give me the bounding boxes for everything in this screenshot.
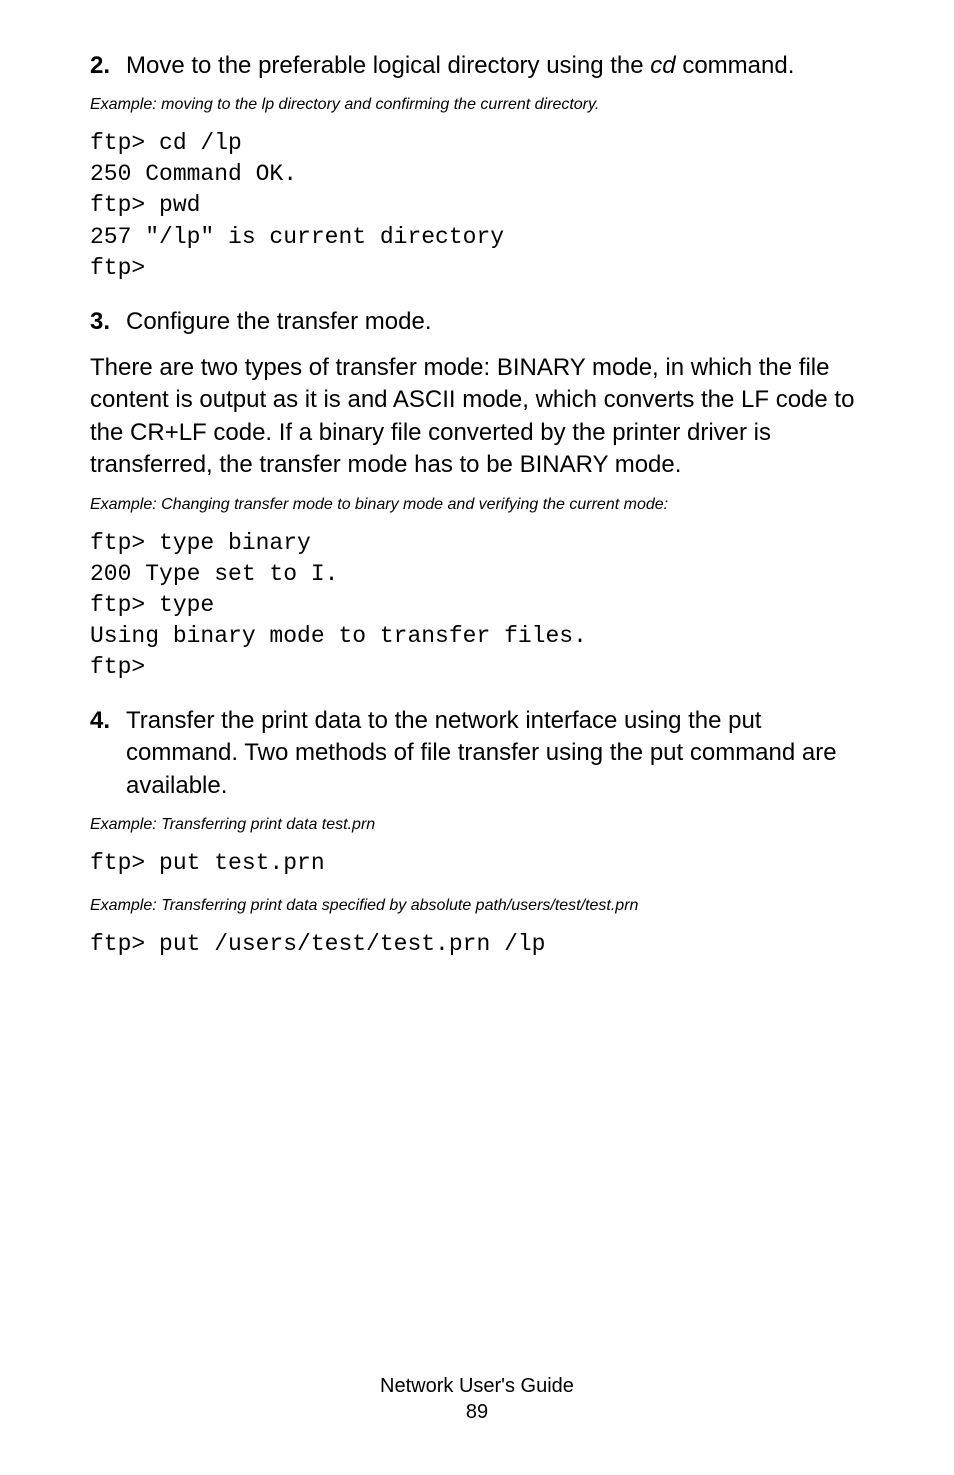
step-3-example-label: Example: Changing transfer mode to binar… xyxy=(90,496,864,514)
step-2-intro-pre: Move to the preferable logical directory… xyxy=(126,52,650,79)
step-2-intro: Move to the preferable logical directory… xyxy=(126,50,864,82)
step-2-example-label: Example: moving to the lp directory and … xyxy=(90,96,864,114)
step-3-number: 3. xyxy=(90,306,126,338)
step-4-code2: ftp> put /users/test/test.prn /lp xyxy=(90,929,864,960)
document-page: 2. Move to the preferable logical direct… xyxy=(0,0,954,1475)
step-2-intro-em: cd xyxy=(650,52,675,79)
step-3: 3. Configure the transfer mode. There ar… xyxy=(90,306,864,683)
step-2-heading: 2. Move to the preferable logical direct… xyxy=(90,50,864,82)
step-4-example2-label: Example: Transferring print data specifi… xyxy=(90,897,864,915)
footer-title: Network User's Guide xyxy=(0,1373,954,1399)
step-4-heading: 4. Transfer the print data to the networ… xyxy=(90,705,864,802)
step-3-heading: 3. Configure the transfer mode. xyxy=(90,306,864,338)
step-2-code: ftp> cd /lp 250 Command OK. ftp> pwd 257… xyxy=(90,128,864,283)
step-4-number: 4. xyxy=(90,705,126,737)
step-4-code1: ftp> put test.prn xyxy=(90,848,864,879)
step-3-para: There are two types of transfer mode: BI… xyxy=(90,352,864,482)
step-2-number: 2. xyxy=(90,50,126,82)
page-footer: Network User's Guide 89 xyxy=(0,1373,954,1425)
step-3-intro: Configure the transfer mode. xyxy=(126,306,864,338)
step-3-code: ftp> type binary 200 Type set to I. ftp>… xyxy=(90,528,864,683)
step-4: 4. Transfer the print data to the networ… xyxy=(90,705,864,960)
step-2: 2. Move to the preferable logical direct… xyxy=(90,50,864,284)
step-4-intro: Transfer the print data to the network i… xyxy=(126,705,864,802)
footer-page-number: 89 xyxy=(0,1399,954,1425)
step-2-intro-post: command. xyxy=(676,52,795,79)
step-4-example1-label: Example: Transferring print data test.pr… xyxy=(90,816,864,834)
